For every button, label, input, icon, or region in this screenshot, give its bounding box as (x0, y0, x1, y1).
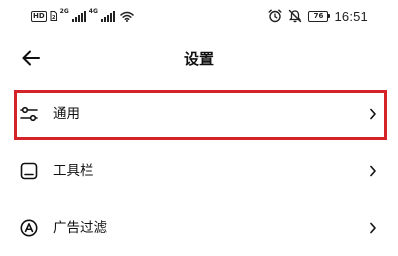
ad-filter-icon (20, 219, 38, 237)
menu-item-label: 通用 (53, 106, 80, 122)
page-header: 设置 (0, 38, 398, 78)
mute-bell-icon (289, 9, 302, 23)
sliders-icon (20, 106, 38, 122)
svg-text:2: 2 (52, 15, 56, 21)
status-right: 76 16:51 (268, 8, 368, 24)
menu-item-label: 广告过滤 (53, 220, 107, 236)
sim-card-icon: 2 (50, 11, 57, 21)
toolbar-icon (20, 162, 38, 180)
menu-item-label: 工具栏 (53, 163, 94, 179)
signal-strength-icon (100, 10, 115, 22)
network-label-2g: 2G (59, 8, 69, 15)
clock-time: 16:51 (334, 8, 368, 24)
status-bar: HD 2 2G 4G 76 16:51 (0, 0, 398, 32)
menu-item-general[interactable]: 通用 (0, 86, 398, 142)
menu-item-toolbar[interactable]: 工具栏 (0, 143, 398, 199)
wifi-icon (120, 11, 134, 22)
chevron-right-icon (370, 222, 376, 234)
hd-badge: HD (31, 10, 47, 22)
page-title: 设置 (183, 50, 214, 68)
chevron-right-icon (370, 165, 376, 177)
signal-strength-icon (71, 10, 86, 22)
menu-item-ad-filter[interactable]: 广告过滤 (0, 200, 398, 256)
battery-icon: 76 (308, 10, 331, 22)
chevron-right-icon (370, 108, 376, 120)
network-label-4g: 4G (88, 8, 98, 15)
alarm-icon (268, 9, 282, 23)
status-left: HD 2 2G 4G (31, 8, 134, 23)
